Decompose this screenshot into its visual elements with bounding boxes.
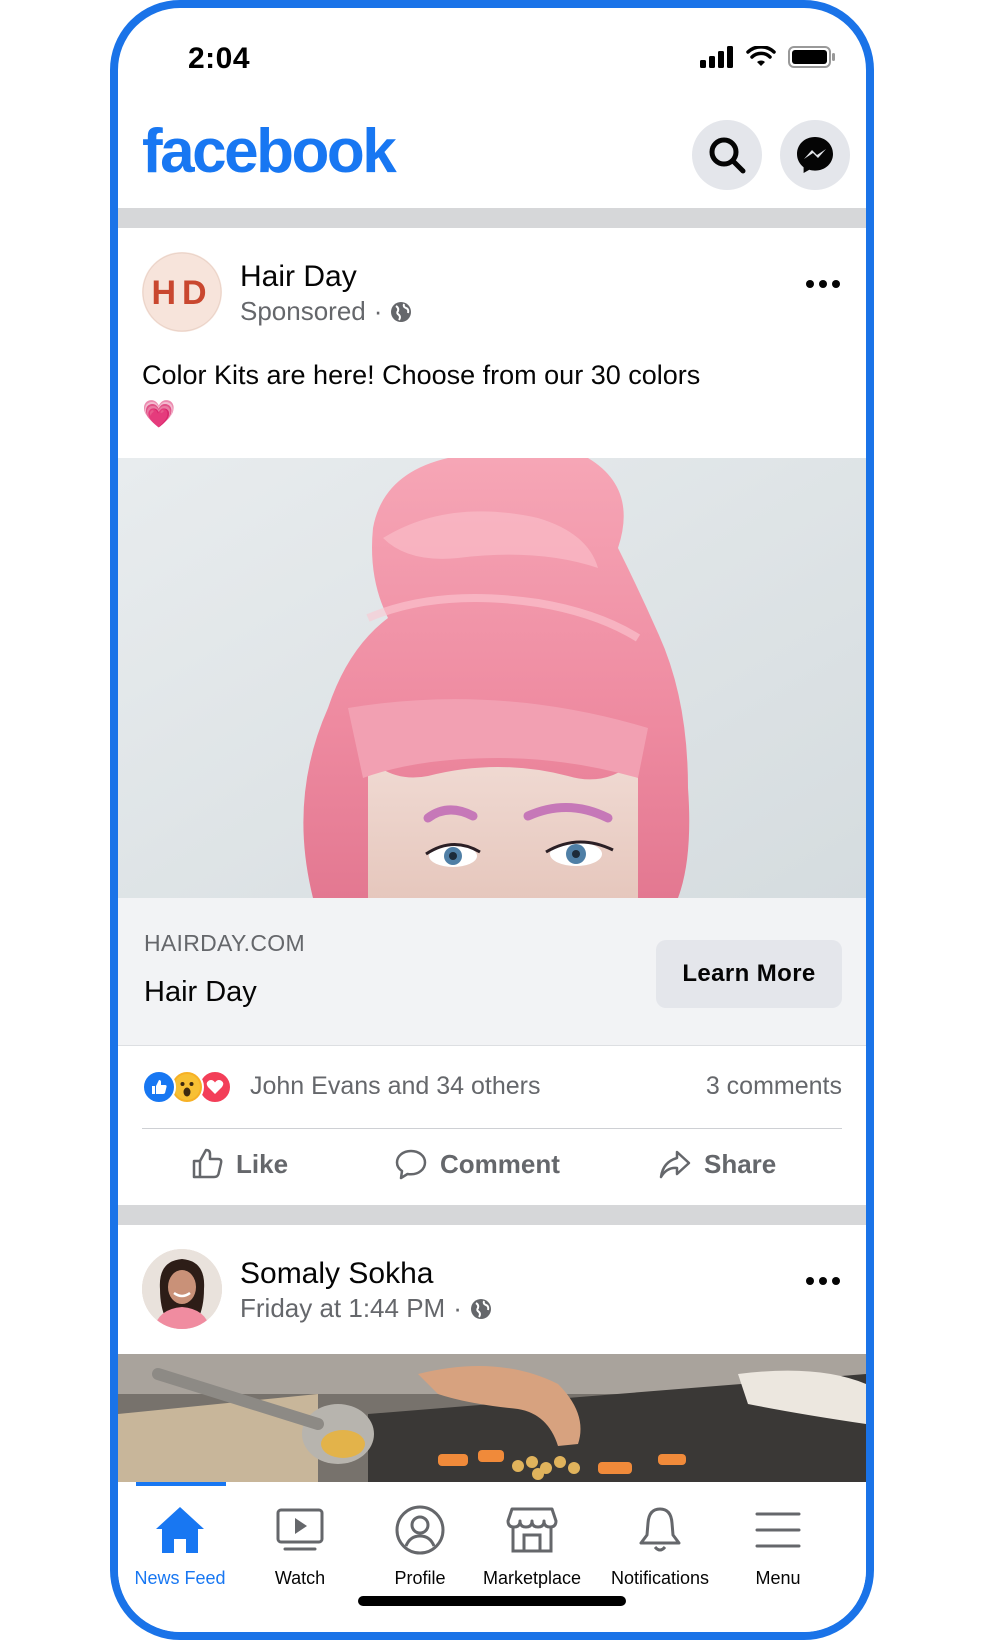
share-icon — [659, 1150, 691, 1179]
share-label: Share — [704, 1148, 777, 1179]
post-meta: Friday at 1:44 PM · — [240, 1293, 492, 1324]
battery-icon — [788, 46, 835, 68]
menu-icon — [755, 1512, 801, 1548]
post-image[interactable] — [118, 1354, 866, 1482]
status-time: 2:04 — [188, 42, 251, 75]
comment-label: Comment — [440, 1148, 560, 1179]
phone-frame: 2:04 facebook HD Hair Day Sponsored · Co… — [110, 0, 874, 1640]
like-label: Like — [236, 1148, 289, 1179]
marketplace-icon — [506, 1507, 558, 1553]
link-domain: HAIRDAY.COM — [144, 930, 305, 956]
post-header: HD Hair Day Sponsored · — [118, 252, 866, 352]
post-header: Somaly Sokha Friday at 1:44 PM · — [118, 1249, 866, 1349]
svg-text:HD: HD — [151, 274, 212, 312]
profile-photo — [142, 1249, 222, 1329]
messenger-button[interactable] — [780, 120, 850, 190]
facebook-logo[interactable]: facebook — [142, 116, 397, 187]
hairday-avatar[interactable]: HD — [142, 252, 222, 332]
link-title: Hair Day — [144, 976, 257, 1008]
comment-icon — [395, 1149, 427, 1180]
profile-icon — [395, 1505, 445, 1555]
post-author[interactable]: Hair Day — [240, 260, 357, 294]
app-header: facebook — [118, 104, 866, 208]
reaction-summary[interactable]: John Evans and 34 others — [250, 1072, 540, 1101]
tab-news-feed[interactable]: News Feed — [118, 1500, 242, 1600]
ad-image[interactable] — [118, 458, 866, 898]
action-row: Like Comment Share — [118, 1129, 866, 1205]
post-text: Color Kits are here! Choose from our 30 … — [142, 360, 701, 429]
tab-watch[interactable]: Watch — [238, 1500, 362, 1600]
globe-icon — [470, 1298, 491, 1319]
like-button[interactable]: Like — [190, 1147, 288, 1181]
share-button[interactable]: Share — [658, 1147, 776, 1181]
wifi-icon — [746, 46, 776, 66]
home-indicator[interactable] — [358, 1596, 626, 1606]
hairday-logo: HD — [142, 252, 222, 332]
like-icon — [192, 1148, 223, 1179]
tab-label: Menu — [755, 1568, 801, 1588]
post-time: Friday at 1:44 PM — [240, 1293, 446, 1323]
tab-label: Profile — [394, 1568, 446, 1588]
bell-icon — [639, 1507, 681, 1552]
status-icons — [700, 46, 836, 68]
feed-divider — [118, 1205, 866, 1225]
link-preview[interactable]: HAIRDAY.COM Hair Day Learn More — [118, 898, 866, 1046]
comment-button[interactable]: Comment — [394, 1147, 560, 1181]
like-reaction-icon — [142, 1070, 176, 1104]
messenger-icon — [797, 137, 833, 173]
cooking-photo — [118, 1354, 866, 1482]
active-tab-indicator — [136, 1482, 226, 1486]
tab-label: Watch — [274, 1568, 326, 1588]
post-author[interactable]: Somaly Sokha — [240, 1257, 433, 1291]
globe-icon — [391, 301, 412, 322]
watch-icon — [276, 1508, 324, 1551]
comments-count[interactable]: 3 comments — [706, 1072, 842, 1101]
tab-menu[interactable]: Menu — [716, 1500, 840, 1600]
reactions-row: John Evans and 34 others 3 comments — [118, 1046, 866, 1128]
search-icon — [709, 137, 746, 174]
learn-more-button[interactable]: Learn More — [656, 940, 842, 1008]
status-bar: 2:04 — [118, 8, 866, 104]
tab-marketplace[interactable]: Marketplace — [470, 1500, 594, 1600]
reaction-icons[interactable] — [142, 1070, 238, 1106]
home-icon — [156, 1507, 204, 1553]
post-meta: Sponsored · — [240, 296, 412, 327]
post-more-button[interactable] — [806, 280, 840, 288]
post-sponsored: Sponsored — [240, 296, 366, 326]
meta-separator: · — [373, 296, 383, 326]
screen: 2:04 facebook HD Hair Day Sponsored · Co… — [118, 8, 866, 1632]
tab-label: Marketplace — [482, 1568, 582, 1588]
tab-notifications[interactable]: Notifications — [598, 1500, 722, 1600]
pink-hair-photo — [118, 458, 866, 898]
meta-separator: · — [453, 1293, 462, 1323]
tab-profile[interactable]: Profile — [358, 1500, 482, 1600]
somaly-avatar[interactable] — [142, 1249, 222, 1329]
tab-label: News Feed — [134, 1568, 226, 1588]
feed-divider — [118, 208, 866, 228]
search-button[interactable] — [692, 120, 762, 190]
post-more-button[interactable] — [806, 1277, 840, 1285]
tab-label: Notifications — [610, 1568, 710, 1588]
bottom-tab-bar: News Feed Watch Profile Marketplace Noti… — [118, 1482, 866, 1632]
signal-icon — [700, 46, 733, 68]
